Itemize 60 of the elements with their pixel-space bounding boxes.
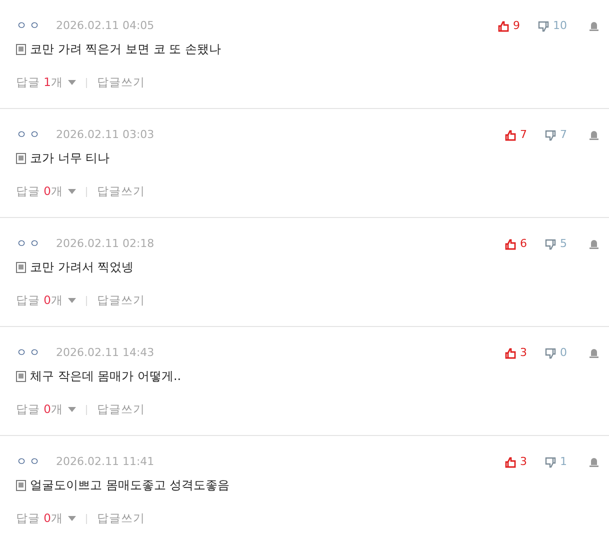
author-name[interactable]: ㅇㅇ <box>16 344 42 362</box>
comment-text: 코만 가려 찍은거 보면 코 또 손됐나 <box>30 41 221 58</box>
comment-text: 체구 작은데 몸매가 어떻게.. <box>30 368 182 385</box>
comment-date: 2026.02.11 02:18 <box>56 236 154 252</box>
memo-icon <box>16 44 26 54</box>
thumbs-up-icon <box>498 20 509 32</box>
memo-icon <box>16 370 26 382</box>
comment-date: 2026.02.11 04:05 <box>56 18 154 34</box>
comment-date: 2026.02.11 14:43 <box>56 344 154 361</box>
thumbs-down-icon <box>545 238 556 250</box>
report-icon[interactable] <box>589 348 599 358</box>
dislike-button[interactable]: 0 <box>545 344 567 362</box>
thumbs-up-icon <box>505 130 516 140</box>
write-reply-link[interactable]: 답글쓰기 <box>96 74 145 92</box>
write-reply-link[interactable]: 답글쓰기 <box>96 401 145 418</box>
author-name[interactable]: ㅇㅇ <box>16 236 42 252</box>
author-name[interactable]: ㅇㅇ <box>16 18 42 34</box>
like-button[interactable]: 3 <box>505 344 527 362</box>
write-reply-link[interactable]: 답글쓰기 <box>96 510 145 528</box>
dislike-button[interactable]: 10 <box>538 18 567 34</box>
reply-toggle[interactable]: 답글 0개 <box>16 183 76 200</box>
thumbs-down-icon <box>538 20 549 32</box>
thumbs-up-icon <box>505 456 516 468</box>
write-reply-link[interactable]: 답글쓰기 <box>96 292 145 310</box>
like-button[interactable]: 3 <box>505 454 527 470</box>
dislike-button[interactable]: 1 <box>545 454 567 470</box>
caret-icon <box>68 516 76 522</box>
thumbs-down-icon <box>545 348 556 358</box>
author-name[interactable]: ㅇㅇ <box>16 126 42 144</box>
caret-icon <box>68 298 76 304</box>
caret-icon <box>68 80 76 86</box>
memo-icon <box>16 480 26 490</box>
like-button[interactable]: 9 <box>498 18 520 34</box>
report-icon[interactable] <box>589 239 599 249</box>
write-reply-link[interactable]: 답글쓰기 <box>96 183 145 200</box>
caret-icon <box>68 407 76 412</box>
thumbs-down-icon <box>545 130 556 140</box>
comment-date: 2026.02.11 11:41 <box>56 454 154 470</box>
like-button[interactable]: 7 <box>505 126 527 144</box>
reply-toggle[interactable]: 답글 1개 <box>16 74 76 92</box>
report-icon[interactable] <box>589 21 599 31</box>
report-icon[interactable] <box>589 457 599 467</box>
dislike-button[interactable]: 7 <box>545 126 567 144</box>
comment-date: 2026.02.11 03:03 <box>56 126 154 143</box>
like-button[interactable]: 6 <box>505 236 527 252</box>
memo-icon <box>16 262 26 272</box>
reply-toggle[interactable]: 답글 0개 <box>16 401 76 418</box>
comment-text: 얼굴도이쁘고 몸매도좋고 성격도좋음 <box>30 477 230 494</box>
author-name[interactable]: ㅇㅇ <box>16 454 42 470</box>
comment-text: 코만 가려서 찍었넹 <box>30 259 134 276</box>
memo-icon <box>16 152 26 164</box>
reply-toggle[interactable]: 답글 0개 <box>16 292 76 310</box>
reply-toggle[interactable]: 답글 0개 <box>16 510 76 528</box>
dislike-button[interactable]: 5 <box>545 236 567 252</box>
thumbs-up-icon <box>505 348 516 358</box>
caret-icon <box>68 189 76 194</box>
comment-text: 코가 너무 티나 <box>30 150 110 167</box>
thumbs-down-icon <box>545 456 556 468</box>
report-icon[interactable] <box>589 130 599 140</box>
thumbs-up-icon <box>505 238 516 250</box>
